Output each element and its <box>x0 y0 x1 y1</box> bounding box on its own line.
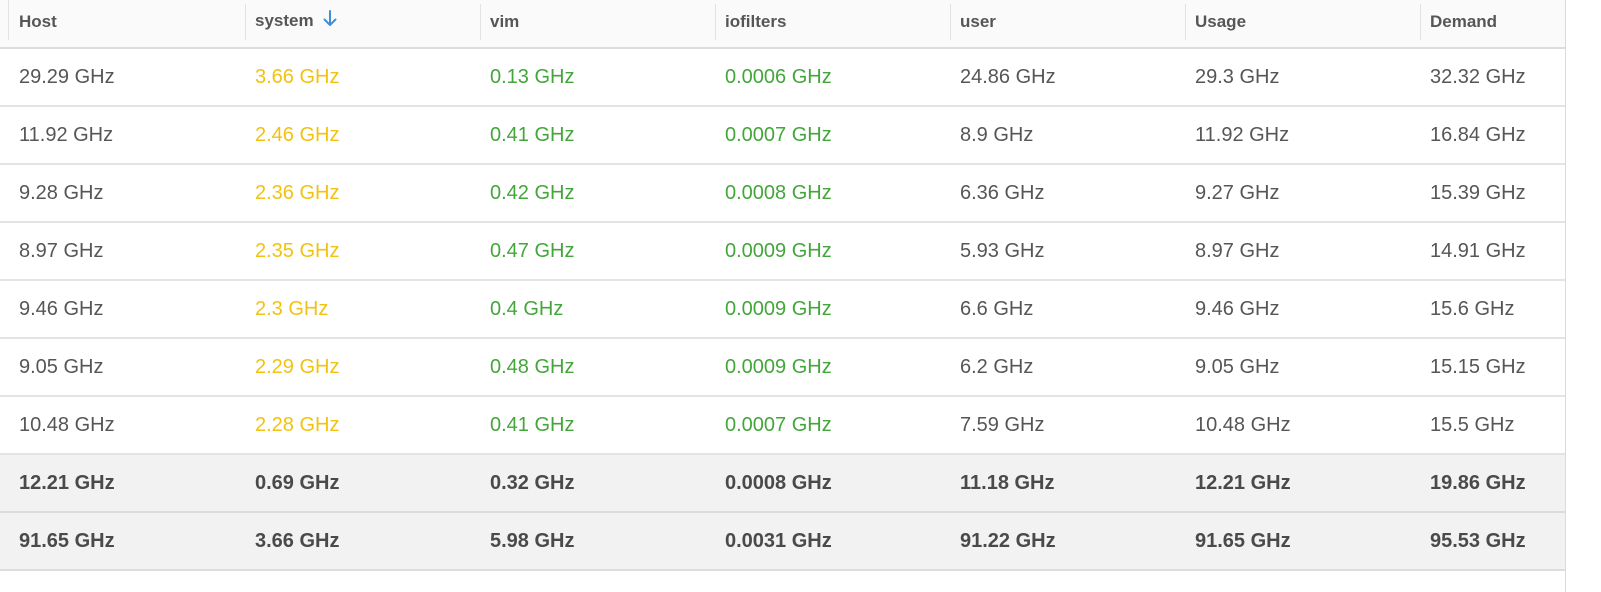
table-row[interactable]: 11.92 GHz 2.46 GHz 0.41 GHz 0.0007 GHz 8… <box>0 106 1565 165</box>
cell-vim: 0.41 GHz <box>480 396 715 455</box>
header-row: Host system vim iofilters user Usage Dem… <box>0 0 1565 49</box>
summary-cell-usage: 91.65 GHz <box>1185 512 1420 571</box>
data-table: Host system vim iofilters user Usage Dem… <box>0 0 1565 571</box>
column-header-usage[interactable]: Usage <box>1185 0 1420 49</box>
cell-demand: 15.5 GHz <box>1420 396 1565 455</box>
cell-user: 24.86 GHz <box>950 48 1185 107</box>
cell-vim: 0.41 GHz <box>480 106 715 165</box>
cell-demand: 15.6 GHz <box>1420 280 1565 339</box>
column-separator[interactable] <box>480 4 481 40</box>
cell-iofilters: 0.0009 GHz <box>715 222 950 281</box>
cell-usage: 11.92 GHz <box>1185 106 1420 165</box>
table-row[interactable]: 9.46 GHz 2.3 GHz 0.4 GHz 0.0009 GHz 6.6 … <box>0 280 1565 339</box>
table-row[interactable]: 9.28 GHz 2.36 GHz 0.42 GHz 0.0008 GHz 6.… <box>0 164 1565 223</box>
cell-iofilters: 0.0009 GHz <box>715 338 950 397</box>
column-header-demand[interactable]: Demand <box>1420 0 1565 49</box>
column-header-vim[interactable]: vim <box>480 0 715 49</box>
cell-system: 2.35 GHz <box>245 222 480 281</box>
cell-iofilters: 0.0008 GHz <box>715 164 950 223</box>
cell-user: 7.59 GHz <box>950 396 1185 455</box>
cell-iofilters: 0.0007 GHz <box>715 106 950 165</box>
cell-host: 29.29 GHz <box>0 48 245 107</box>
cell-system: 3.66 GHz <box>245 48 480 107</box>
cell-demand: 14.91 GHz <box>1420 222 1565 281</box>
cell-usage: 9.27 GHz <box>1185 164 1420 223</box>
summary-cell-host: 91.65 GHz <box>0 512 245 571</box>
cell-host: 8.97 GHz <box>0 222 245 281</box>
cell-system: 2.29 GHz <box>245 338 480 397</box>
column-separator[interactable] <box>245 4 246 40</box>
cell-demand: 15.39 GHz <box>1420 164 1565 223</box>
summary-cell-demand: 95.53 GHz <box>1420 512 1565 571</box>
cell-iofilters: 0.0009 GHz <box>715 280 950 339</box>
summary-row: 12.21 GHz 0.69 GHz 0.32 GHz 0.0008 GHz 1… <box>0 454 1565 513</box>
cell-usage: 29.3 GHz <box>1185 48 1420 107</box>
column-header-label: system <box>255 11 314 31</box>
cell-user: 8.9 GHz <box>950 106 1185 165</box>
sort-descending-icon[interactable] <box>323 9 337 32</box>
column-header-label: Host <box>19 11 57 31</box>
cell-vim: 0.13 GHz <box>480 48 715 107</box>
table-row[interactable]: 10.48 GHz 2.28 GHz 0.41 GHz 0.0007 GHz 7… <box>0 396 1565 455</box>
cell-system: 2.46 GHz <box>245 106 480 165</box>
summary-cell-system: 3.66 GHz <box>245 512 480 571</box>
summary-cell-host: 12.21 GHz <box>0 454 245 513</box>
column-header-label: user <box>960 11 996 31</box>
column-header-label: vim <box>490 11 520 31</box>
column-header-host[interactable]: Host <box>0 0 245 49</box>
column-header-label: iofilters <box>725 11 787 31</box>
column-header-user[interactable]: user <box>950 0 1185 49</box>
cpu-breakdown-grid: Host system vim iofilters user Usage Dem… <box>0 0 1566 592</box>
column-separator[interactable] <box>1185 4 1186 40</box>
table-body: 29.29 GHz 3.66 GHz 0.13 GHz 0.0006 GHz 2… <box>0 48 1565 571</box>
summary-cell-vim: 0.32 GHz <box>480 454 715 513</box>
cell-host: 11.92 GHz <box>0 106 245 165</box>
table-header: Host system vim iofilters user Usage Dem… <box>0 0 1565 49</box>
cell-demand: 16.84 GHz <box>1420 106 1565 165</box>
summary-cell-user: 11.18 GHz <box>950 454 1185 513</box>
cell-user: 6.2 GHz <box>950 338 1185 397</box>
cell-vim: 0.48 GHz <box>480 338 715 397</box>
cell-vim: 0.4 GHz <box>480 280 715 339</box>
cell-system: 2.36 GHz <box>245 164 480 223</box>
cell-iofilters: 0.0006 GHz <box>715 48 950 107</box>
summary-cell-usage: 12.21 GHz <box>1185 454 1420 513</box>
summary-cell-demand: 19.86 GHz <box>1420 454 1565 513</box>
table-row[interactable]: 9.05 GHz 2.29 GHz 0.48 GHz 0.0009 GHz 6.… <box>0 338 1565 397</box>
cell-user: 6.36 GHz <box>950 164 1185 223</box>
cell-system: 2.28 GHz <box>245 396 480 455</box>
cell-usage: 9.05 GHz <box>1185 338 1420 397</box>
summary-cell-iofilters: 0.0031 GHz <box>715 512 950 571</box>
cell-demand: 15.15 GHz <box>1420 338 1565 397</box>
table-row[interactable]: 8.97 GHz 2.35 GHz 0.47 GHz 0.0009 GHz 5.… <box>0 222 1565 281</box>
cell-usage: 10.48 GHz <box>1185 396 1420 455</box>
cell-usage: 9.46 GHz <box>1185 280 1420 339</box>
cell-host: 10.48 GHz <box>0 396 245 455</box>
cell-host: 9.05 GHz <box>0 338 245 397</box>
column-header-iofilters[interactable]: iofilters <box>715 0 950 49</box>
cell-vim: 0.47 GHz <box>480 222 715 281</box>
cell-usage: 8.97 GHz <box>1185 222 1420 281</box>
column-header-system[interactable]: system <box>245 0 480 49</box>
cell-demand: 32.32 GHz <box>1420 48 1565 107</box>
column-header-label: Demand <box>1430 11 1498 31</box>
cell-vim: 0.42 GHz <box>480 164 715 223</box>
column-separator[interactable] <box>950 4 951 40</box>
cell-system: 2.3 GHz <box>245 280 480 339</box>
summary-cell-iofilters: 0.0008 GHz <box>715 454 950 513</box>
table-row[interactable]: 29.29 GHz 3.66 GHz 0.13 GHz 0.0006 GHz 2… <box>0 48 1565 107</box>
cell-user: 5.93 GHz <box>950 222 1185 281</box>
column-separator[interactable] <box>715 4 716 40</box>
cell-user: 6.6 GHz <box>950 280 1185 339</box>
summary-cell-system: 0.69 GHz <box>245 454 480 513</box>
summary-cell-user: 91.22 GHz <box>950 512 1185 571</box>
column-header-label: Usage <box>1195 11 1247 31</box>
cell-host: 9.28 GHz <box>0 164 245 223</box>
cell-iofilters: 0.0007 GHz <box>715 396 950 455</box>
summary-cell-vim: 5.98 GHz <box>480 512 715 571</box>
cell-host: 9.46 GHz <box>0 280 245 339</box>
column-separator[interactable] <box>1420 4 1421 40</box>
summary-row: 91.65 GHz 3.66 GHz 5.98 GHz 0.0031 GHz 9… <box>0 512 1565 571</box>
